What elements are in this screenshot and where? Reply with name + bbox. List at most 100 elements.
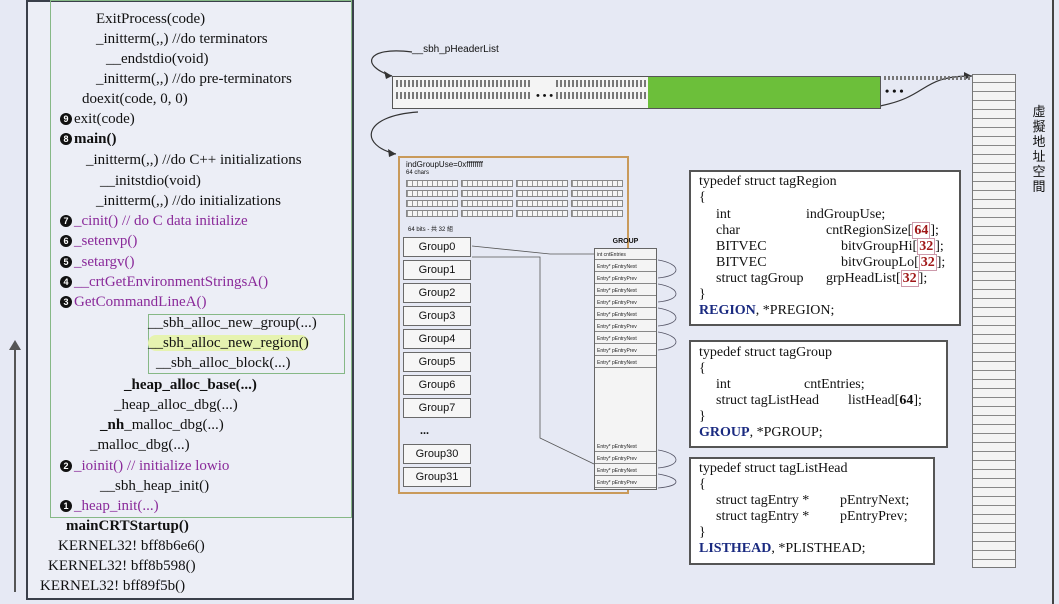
vertical-label-char: 間 <box>1032 180 1046 195</box>
address-slot <box>973 541 1015 542</box>
field-type: char <box>716 223 741 238</box>
stack-line: _initterm(,,) //do terminators <box>96 30 268 48</box>
slot-tick <box>624 80 626 87</box>
stack-line: KERNEL32! bff8b598() <box>48 557 196 575</box>
slot-tick <box>456 92 458 99</box>
slot-tick <box>916 76 918 80</box>
stack-line: KERNEL32! bff89f5b() <box>40 577 185 595</box>
slot-tick <box>572 80 574 87</box>
field-name: pEntryNext; <box>840 493 910 508</box>
field-type: struct tagEntry * <box>716 509 810 524</box>
slot-tick <box>612 92 614 99</box>
slot-tick <box>476 92 478 99</box>
struct-close: } <box>699 287 706 302</box>
slot-tick <box>600 92 602 99</box>
slot-tick <box>604 92 606 99</box>
stack-line-text: exit(code) <box>74 111 135 127</box>
slot-tick <box>928 76 930 80</box>
slot-tick <box>564 80 566 87</box>
address-slot <box>973 181 1015 182</box>
slot-tick <box>480 80 482 87</box>
slot-tick <box>960 76 962 80</box>
slot-tick <box>444 80 446 87</box>
slot-tick <box>416 80 418 87</box>
slot-tick <box>620 92 622 99</box>
stack-line-text: __crtGetEnvironmentStringsA() <box>74 274 269 290</box>
slot-tick <box>492 80 494 87</box>
slot-tick <box>576 80 578 87</box>
slot-tick <box>968 76 970 80</box>
stack-line: ExitProcess(code) <box>96 10 205 28</box>
stack-line: 7 _cinit() // do C data initialize <box>60 212 248 230</box>
address-slot <box>973 415 1015 416</box>
field-type: BITVEC <box>716 255 767 270</box>
slot-tick <box>588 80 590 87</box>
stack-line: 1 _heap_init(...) <box>60 497 159 515</box>
stack-line-text: _ioinit() // initialize lowio <box>74 458 230 474</box>
slot-tick <box>884 76 886 80</box>
address-slot <box>973 478 1015 479</box>
region-size-cell <box>516 190 568 197</box>
slot-tick <box>616 80 618 87</box>
slot-tick <box>504 80 506 87</box>
slot-tick <box>636 80 638 87</box>
slot-tick <box>608 80 610 87</box>
vertical-label-char: 地 <box>1032 135 1046 150</box>
group-ellipsis: ... <box>420 423 429 437</box>
field-end: ]; <box>918 271 928 286</box>
address-slot <box>973 226 1015 227</box>
stack-line-text: KERNEL32! bff89f5b() <box>40 578 186 594</box>
slot-tick <box>508 92 510 99</box>
slot-tick <box>936 76 938 80</box>
address-slot <box>973 118 1015 119</box>
field-type: int <box>716 377 731 392</box>
address-slot <box>973 100 1015 101</box>
slot-tick <box>588 92 590 99</box>
region-size-cell <box>406 200 458 207</box>
slot-tick <box>408 92 410 99</box>
slot-tick <box>512 80 514 87</box>
cnt-region-size-grid <box>406 180 626 224</box>
stack-line-text: __sbh_alloc_new_group(...) <box>148 315 317 331</box>
address-slot <box>973 406 1015 407</box>
field-type: BITVEC <box>716 239 767 254</box>
region-size-cell <box>516 200 568 207</box>
stack-line: 9 exit(code) <box>60 110 135 128</box>
stack-line-text: doexit(code, 0, 0) <box>82 91 188 107</box>
slot-tick <box>604 80 606 87</box>
field-text: bitvGroupHi[ <box>841 239 918 254</box>
slot-tick <box>420 80 422 87</box>
bar-end-ellipsis: • • • <box>885 84 904 98</box>
stack-line-text: _cinit() // do C data initialize <box>74 213 248 229</box>
field-size: 32 <box>918 254 937 271</box>
step-badge: 6 <box>60 235 72 247</box>
slot-tick <box>616 92 618 99</box>
field-name: bitvGroupHi[32]; <box>841 238 944 255</box>
region-header-text: indGroupUse=0xffffffff 64 chars <box>406 160 483 176</box>
slot-tick <box>464 92 466 99</box>
slot-tick <box>644 92 646 99</box>
slot-tick <box>644 80 646 87</box>
field-size: 64 <box>912 222 931 239</box>
address-slot <box>973 343 1015 344</box>
slot-tick <box>596 92 598 99</box>
slot-tick <box>516 92 518 99</box>
slot-tick <box>464 80 466 87</box>
group-item: Group1 <box>403 260 471 280</box>
slot-tick <box>576 92 578 99</box>
slot-tick <box>488 80 490 87</box>
address-slot <box>973 91 1015 92</box>
address-slot <box>973 352 1015 353</box>
address-slot <box>973 190 1015 191</box>
step-badge: 5 <box>60 256 72 268</box>
slot-tick <box>896 76 898 80</box>
slot-tick <box>572 92 574 99</box>
tag-region-head: typedef struct tagRegion <box>699 174 837 189</box>
slot-tick <box>528 92 530 99</box>
address-slot <box>973 460 1015 461</box>
slot-tick <box>944 76 946 80</box>
region-size-cell <box>461 210 513 217</box>
group-item: Group4 <box>403 329 471 349</box>
address-slot <box>973 442 1015 443</box>
slot-tick <box>424 92 426 99</box>
